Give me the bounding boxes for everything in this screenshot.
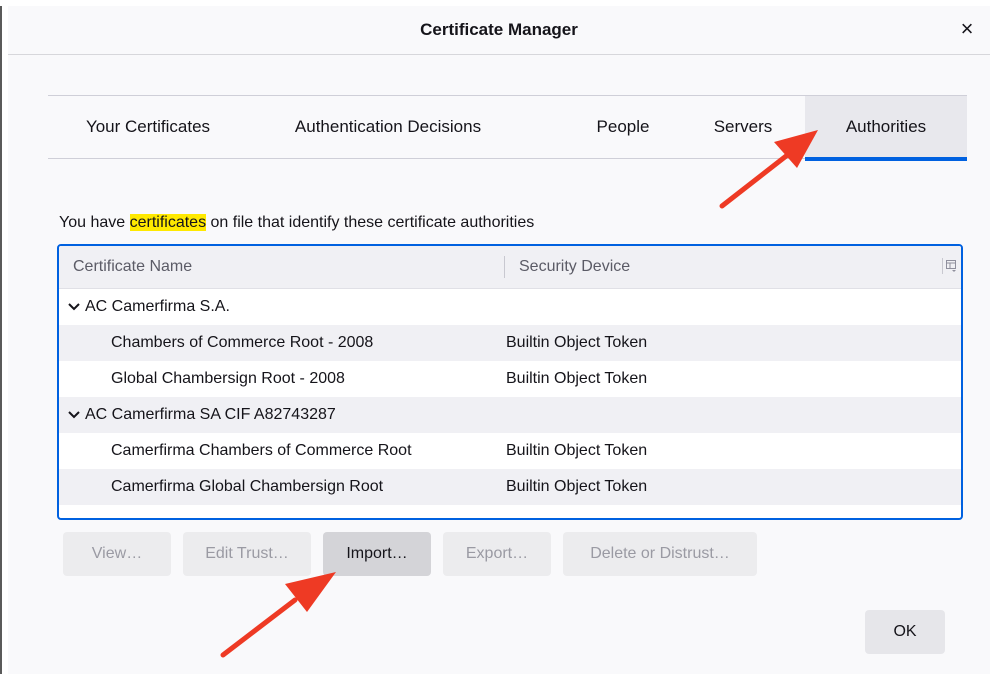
tab-authorities-label: Authorities	[845, 117, 927, 136]
close-icon[interactable]: ×	[954, 16, 980, 42]
title-bar: Certificate Manager ×	[8, 6, 990, 55]
export-button[interactable]: Export…	[443, 532, 551, 576]
tree-group-row[interactable]: AC Camerfirma SA CIF A82743287	[59, 397, 961, 433]
group-name: AC Camerfirma SA CIF A82743287	[85, 406, 336, 423]
column-separator[interactable]	[504, 256, 505, 278]
edit-trust-button[interactable]: Edit Trust…	[183, 532, 311, 576]
selected-tab-indicator	[805, 157, 967, 161]
tree-item-row[interactable]: Chambers of Commerce Root - 2008 Builtin…	[59, 325, 961, 361]
column-header-certificate-name[interactable]: Certificate Name	[73, 246, 192, 288]
certificate-tree[interactable]: Certificate Name Security Device AC Came…	[57, 244, 963, 520]
import-button[interactable]: Import…	[323, 532, 431, 576]
column-header-security-device[interactable]: Security Device	[519, 246, 630, 288]
authorities-description: You have certificates on file that ident…	[59, 214, 534, 232]
tab-authorities[interactable]: Authorities	[805, 96, 967, 161]
ok-button[interactable]: OK	[865, 610, 945, 654]
tree-group-row-partial[interactable]	[59, 505, 961, 518]
dialog-title: Certificate Manager	[420, 20, 578, 39]
window-edge	[0, 0, 2, 674]
certificate-name: Camerfirma Global Chambersign Root	[111, 478, 384, 495]
tree-item-row[interactable]: Camerfirma Chambers of Commerce Root Bui…	[59, 433, 961, 469]
security-device: Builtin Object Token	[506, 442, 648, 459]
tree-header: Certificate Name Security Device	[59, 246, 961, 289]
description-text-end: on file that identify these certificate …	[206, 214, 535, 231]
tree-item-row[interactable]: Global Chambersign Root - 2008 Builtin O…	[59, 361, 961, 397]
tab-bar: Your Certificates Authentication Decisio…	[48, 95, 967, 161]
group-name: AC Camerfirma S.A.	[85, 298, 230, 315]
tab-servers[interactable]: Servers	[683, 96, 803, 158]
security-device: Builtin Object Token	[506, 370, 648, 387]
highlighted-term: certificates	[129, 214, 207, 231]
tab-authentication-decisions[interactable]: Authentication Decisions	[253, 96, 523, 158]
delete-or-distrust-button[interactable]: Delete or Distrust…	[563, 532, 757, 576]
certificate-manager-dialog: Certificate Manager × Your Certificates …	[8, 6, 990, 674]
security-device: Builtin Object Token	[506, 334, 648, 351]
certificate-name: Chambers of Commerce Root - 2008	[111, 334, 374, 351]
certificate-name: Global Chambersign Root - 2008	[111, 370, 345, 387]
column-picker-icon[interactable]	[942, 258, 957, 274]
tree-group-row[interactable]: AC Camerfirma S.A.	[59, 289, 961, 325]
view-button[interactable]: View…	[63, 532, 171, 576]
description-text-start: You have	[59, 214, 130, 231]
tab-your-certificates[interactable]: Your Certificates	[48, 96, 248, 158]
tree-item-row[interactable]: Camerfirma Global Chambersign Root Built…	[59, 469, 961, 505]
certificate-name: Camerfirma Chambers of Commerce Root	[111, 442, 412, 459]
tab-people[interactable]: People	[568, 96, 678, 158]
security-device: Builtin Object Token	[506, 478, 648, 495]
